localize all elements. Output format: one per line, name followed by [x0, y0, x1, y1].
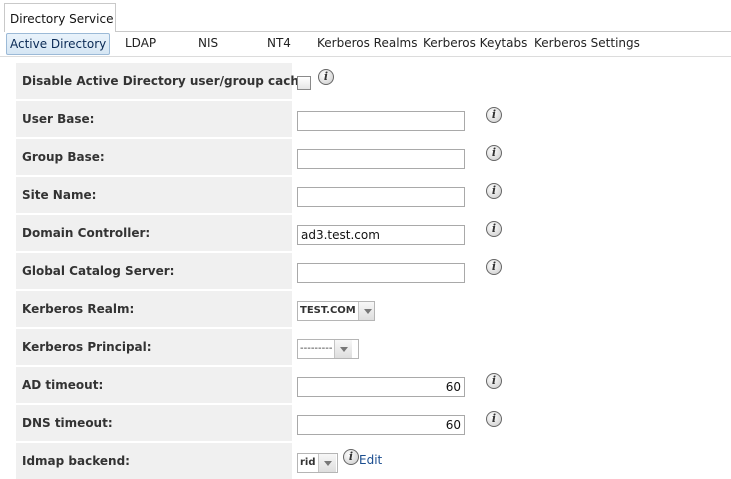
- subtab-kerberos-settings[interactable]: Kerberos Settings: [534, 33, 640, 55]
- idmap-backend-label: Idmap backend:: [16, 443, 292, 479]
- form-row-global-catalog: Global Catalog Server: i: [16, 253, 731, 289]
- info-icon[interactable]: i: [486, 221, 502, 237]
- kerberos-realm-field: TEST.COM: [297, 291, 727, 327]
- user-base-label: User Base:: [16, 101, 292, 137]
- site-name-input[interactable]: [297, 187, 465, 207]
- group-base-label: Group Base:: [16, 139, 292, 175]
- subtab-nis[interactable]: NIS: [198, 33, 218, 55]
- disable-cache-label: Disable Active Directory user/group cach…: [16, 63, 312, 99]
- form-row-user-base: User Base: i: [16, 101, 731, 137]
- form-row-site-name: Site Name: i: [16, 177, 731, 213]
- user-base-field: i: [297, 101, 727, 137]
- global-catalog-label: Global Catalog Server:: [16, 253, 292, 289]
- subtab-kerberos-realms[interactable]: Kerberos Realms: [317, 33, 417, 55]
- kerberos-realm-value: TEST.COM: [300, 305, 356, 316]
- dns-timeout-input[interactable]: 60: [297, 415, 465, 435]
- global-catalog-input[interactable]: [297, 263, 465, 283]
- ad-timeout-input[interactable]: 60: [297, 377, 465, 397]
- subtab-ldap[interactable]: LDAP: [125, 33, 156, 55]
- domain-controller-field: ad3.test.com i: [297, 215, 727, 251]
- group-base-input[interactable]: [297, 149, 465, 169]
- ad-timeout-field: 60 i: [297, 367, 727, 403]
- site-name-field: i: [297, 177, 727, 213]
- subtab-kerberos-keytabs[interactable]: Kerberos Keytabs: [423, 33, 527, 55]
- info-icon[interactable]: i: [318, 69, 334, 85]
- idmap-backend-select[interactable]: rid: [297, 453, 338, 473]
- idmap-edit-link[interactable]: Edit: [359, 453, 382, 467]
- domain-controller-input[interactable]: ad3.test.com: [297, 225, 465, 245]
- subtab-divider: [0, 56, 731, 57]
- chevron-down-icon[interactable]: [357, 302, 374, 320]
- form-row-kerberos-principal: Kerberos Principal: ---------: [16, 329, 731, 365]
- info-icon[interactable]: i: [486, 145, 502, 161]
- idmap-backend-value: rid: [300, 457, 316, 468]
- info-icon[interactable]: i: [486, 411, 502, 427]
- chevron-down-icon[interactable]: [334, 340, 353, 358]
- form-row-kerberos-realm: Kerberos Realm: TEST.COM: [16, 291, 731, 327]
- form-row-idmap-backend: Idmap backend: rid i Edit: [16, 443, 731, 479]
- info-icon[interactable]: i: [486, 107, 502, 123]
- form-row-group-base: Group Base: i: [16, 139, 731, 175]
- info-icon[interactable]: i: [343, 449, 359, 465]
- tab-strip-divider: [116, 31, 731, 32]
- form-row-disable-cache: Disable Active Directory user/group cach…: [16, 63, 731, 99]
- form-row-domain-controller: Domain Controller: ad3.test.com i: [16, 215, 731, 251]
- form-row-dns-timeout: DNS timeout: 60 i: [16, 405, 731, 441]
- kerberos-realm-label: Kerberos Realm:: [16, 291, 292, 327]
- idmap-backend-field: rid i Edit: [297, 443, 727, 479]
- info-icon[interactable]: i: [486, 373, 502, 389]
- info-icon[interactable]: i: [486, 259, 502, 275]
- kerberos-principal-value: ---------: [300, 343, 333, 354]
- domain-controller-label: Domain Controller:: [16, 215, 292, 251]
- subtab-nt4[interactable]: NT4: [267, 33, 291, 55]
- form-row-ad-timeout: AD timeout: 60 i: [16, 367, 731, 403]
- site-name-label: Site Name:: [16, 177, 292, 213]
- user-base-input[interactable]: [297, 111, 465, 131]
- global-catalog-field: i: [297, 253, 727, 289]
- subtab-active-directory[interactable]: Active Directory: [6, 33, 111, 55]
- kerberos-principal-select[interactable]: ---------: [297, 339, 359, 359]
- kerberos-realm-select[interactable]: TEST.COM: [297, 301, 375, 321]
- dns-timeout-field: 60 i: [297, 405, 727, 441]
- dns-timeout-label: DNS timeout:: [16, 405, 292, 441]
- info-icon[interactable]: i: [486, 183, 502, 199]
- kerberos-principal-label: Kerberos Principal:: [16, 329, 292, 365]
- tab-directory-service[interactable]: Directory Service: [4, 3, 116, 32]
- chevron-down-icon[interactable]: [317, 454, 336, 472]
- disable-cache-checkbox[interactable]: [297, 76, 311, 90]
- group-base-field: i: [297, 139, 727, 175]
- disable-cache-field: i: [297, 63, 727, 99]
- kerberos-principal-field: ---------: [297, 329, 727, 365]
- ad-timeout-label: AD timeout:: [16, 367, 292, 403]
